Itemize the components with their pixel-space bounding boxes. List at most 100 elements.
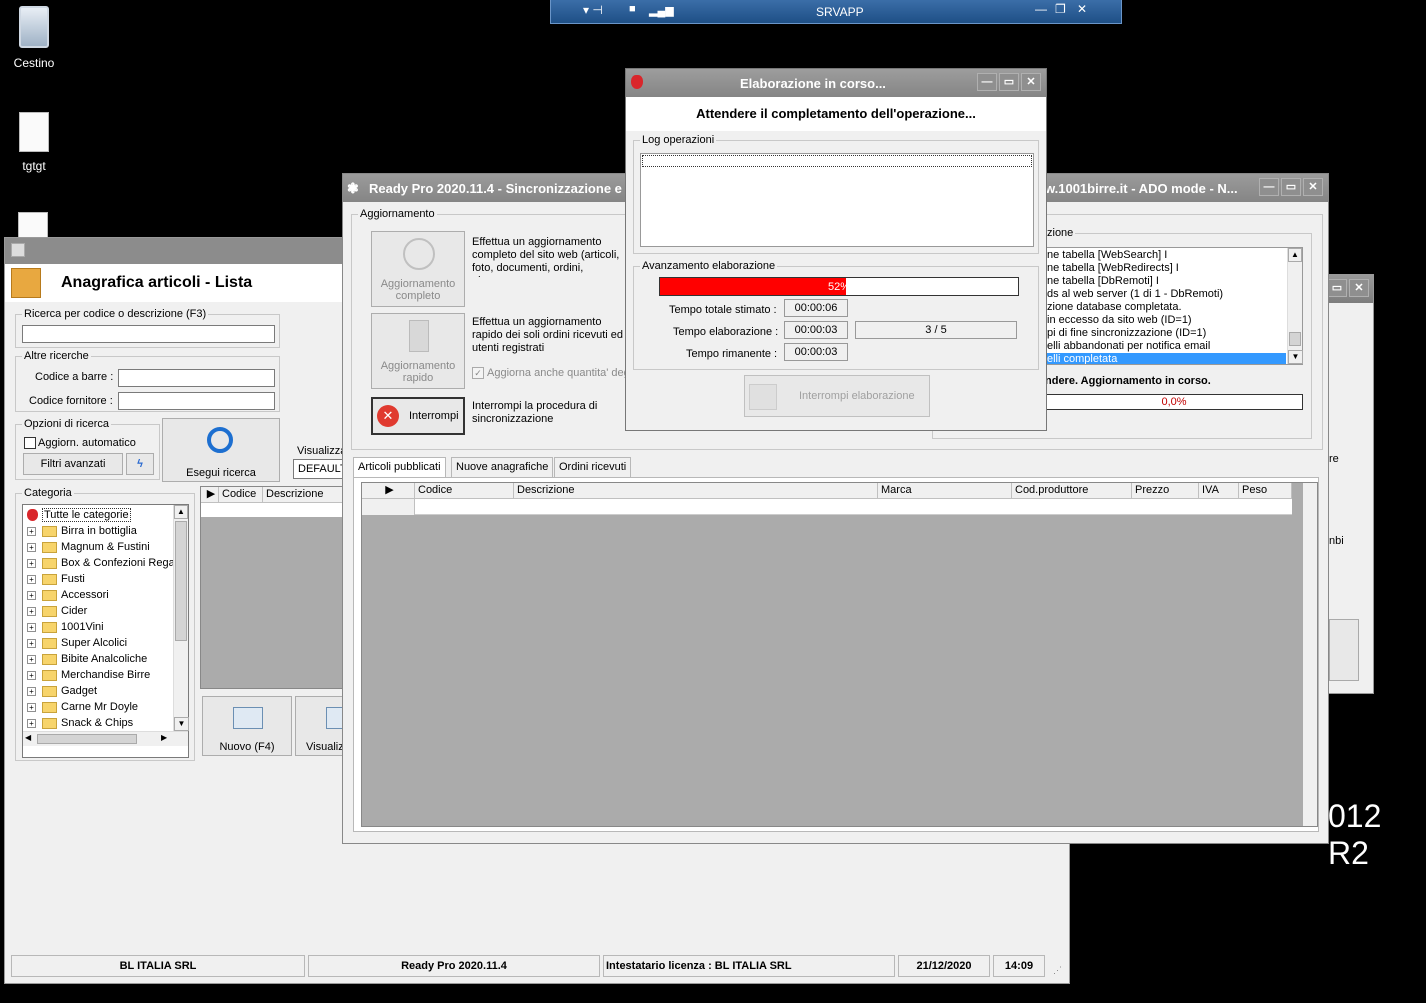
execute-search-button[interactable]: Esegui ricerca bbox=[162, 418, 280, 482]
log-scroll-thumb[interactable] bbox=[1289, 332, 1301, 346]
grid-col-descrizione[interactable]: Descrizione bbox=[263, 487, 349, 503]
category-tree-hscrollbar[interactable]: ◀ ▶ bbox=[23, 731, 188, 746]
tree-item-category[interactable]: + Birra in bottiglia bbox=[27, 523, 137, 539]
hscroll-thumb[interactable] bbox=[37, 734, 137, 744]
scroll-down-icon[interactable]: ▼ bbox=[174, 717, 189, 731]
tree-item-category[interactable]: + Snack & Chips bbox=[27, 715, 133, 731]
full-update-button[interactable]: Aggiornamento completo bbox=[371, 231, 465, 307]
folder-icon bbox=[42, 541, 57, 553]
dialog-restore-button[interactable]: ▭ bbox=[999, 73, 1019, 91]
tab-new-records[interactable]: Nuove anagrafiche bbox=[451, 457, 554, 477]
expand-icon[interactable]: + bbox=[27, 542, 36, 552]
scroll-left-icon[interactable]: ◀ bbox=[25, 733, 31, 742]
background-window-restore-button[interactable]: ▭ bbox=[1327, 279, 1347, 297]
search-input[interactable] bbox=[22, 325, 275, 343]
resize-grip-icon[interactable]: ⋰ bbox=[1053, 965, 1062, 976]
tree-item-category[interactable]: +1001Vini bbox=[27, 619, 104, 635]
sync-log-row[interactable]: ne tabella [WebSearch] I bbox=[1046, 249, 1286, 262]
sync-log-scrollbar[interactable]: ▲ ▼ bbox=[1287, 248, 1303, 364]
background-window-close-button[interactable]: ✕ bbox=[1349, 279, 1369, 297]
expand-icon[interactable]: + bbox=[27, 574, 36, 584]
expand-icon[interactable]: + bbox=[27, 558, 36, 568]
stop-processing-button[interactable]: Interrompi elaborazione bbox=[744, 375, 930, 417]
expand-icon[interactable]: + bbox=[27, 622, 36, 632]
scroll-thumb[interactable] bbox=[175, 521, 187, 641]
sync-log-row[interactable]: ds al web server (1 di 1 - DbRemoti) bbox=[1046, 288, 1286, 301]
grid-col-codice[interactable]: Codice bbox=[219, 487, 263, 503]
dialog-progress-label: Avanzamento elaborazione bbox=[640, 260, 778, 272]
sync-log-row[interactable]: ne tabella [DbRemoti] I bbox=[1046, 275, 1286, 288]
published-articles-grid[interactable]: ▶ Codice Descrizione Marca Cod.produttor… bbox=[361, 482, 1318, 827]
expand-icon[interactable]: + bbox=[27, 606, 36, 616]
quick-update-button[interactable]: Aggiornamento rapido bbox=[371, 313, 465, 389]
pub-col-codice[interactable]: Codice bbox=[415, 483, 514, 499]
rdp-connection-bar[interactable]: ▾ ⊣ ■ ▂▄▆ SRVAPP — ❐ ✕ bbox=[550, 0, 1122, 24]
sync-log-row[interactable]: zione database completata. bbox=[1046, 301, 1286, 314]
scroll-up-icon[interactable]: ▲ bbox=[174, 505, 188, 519]
tree-item-category[interactable]: + Bibite Analcoliche bbox=[27, 651, 147, 667]
sync-log-row[interactable]: elli completata bbox=[1046, 353, 1286, 364]
qty-checkbox[interactable]: ✓ bbox=[472, 367, 484, 379]
expand-icon[interactable]: + bbox=[27, 526, 36, 536]
sync-log-row[interactable]: ne tabella [WebRedirects] I bbox=[1046, 262, 1286, 275]
category-tree-vscrollbar[interactable]: ▲ ▼ bbox=[173, 505, 189, 731]
dialog-minimize-button[interactable]: — bbox=[977, 73, 997, 91]
pub-col-descrizione[interactable]: Descrizione bbox=[514, 483, 878, 499]
sync-close-button[interactable]: ✕ bbox=[1303, 178, 1323, 196]
tree-item-category[interactable]: + Gadget bbox=[27, 683, 97, 699]
anagrafica-grid[interactable]: ▶ Codice Descrizione bbox=[200, 486, 350, 689]
barcode-input[interactable] bbox=[118, 369, 275, 387]
dialog-titlebar[interactable]: Elaborazione in corso... — ▭ ✕ bbox=[626, 69, 1046, 97]
sync-log-row[interactable]: in eccesso da sito web (ID=1) bbox=[1046, 314, 1286, 327]
expand-icon[interactable]: + bbox=[27, 718, 36, 728]
expand-icon[interactable]: + bbox=[27, 702, 36, 712]
log-scroll-up-icon[interactable]: ▲ bbox=[1288, 248, 1302, 262]
sync-log-list[interactable]: ne tabella [WebSearch] Ine tabella [WebR… bbox=[1045, 247, 1303, 365]
tree-root-all-categories[interactable]: Tutte le categorie bbox=[27, 507, 131, 523]
sync-log-row[interactable]: pi di fine sincronizzazione (ID=1) bbox=[1046, 327, 1286, 340]
category-tree[interactable]: Tutte le categorie + Birra in bottiglia + Ma… bbox=[22, 504, 189, 758]
pub-grid-scrollbar[interactable] bbox=[1303, 483, 1317, 826]
stop-sync-button[interactable]: ✕ Interrompi bbox=[371, 397, 465, 435]
tree-item-category[interactable]: + Merchandise Birre bbox=[27, 667, 150, 683]
pub-col-prezzo[interactable]: Prezzo bbox=[1132, 483, 1199, 499]
tree-item-category[interactable]: + Magnum & Fustini bbox=[27, 539, 150, 555]
notepad-file-icon[interactable] bbox=[18, 212, 48, 238]
lightning-button[interactable]: ϟ bbox=[126, 453, 154, 475]
remaining-time-text: 00:00:03 bbox=[794, 346, 838, 358]
tab-orders-received[interactable]: Ordini ricevuti bbox=[554, 457, 632, 477]
tree-item-category[interactable]: + Fusti bbox=[27, 571, 85, 587]
tab-published-articles[interactable]: Articoli pubblicati bbox=[353, 457, 446, 478]
auto-update-checkbox[interactable] bbox=[24, 437, 36, 449]
pub-col-codproduttore[interactable]: Cod.produttore bbox=[1012, 483, 1132, 499]
dialog-close-button[interactable]: ✕ bbox=[1021, 73, 1041, 91]
pin-icon[interactable]: ▾ ⊣ bbox=[583, 3, 603, 17]
dialog-log-list[interactable] bbox=[640, 153, 1034, 247]
advanced-filters-button[interactable]: Filtri avanzati bbox=[23, 453, 123, 475]
tree-item-category[interactable]: + Cider bbox=[27, 603, 87, 619]
sync-log-row[interactable]: elli abbandonati per notifica email bbox=[1046, 340, 1286, 353]
expand-icon[interactable]: + bbox=[27, 686, 36, 696]
tree-item-category[interactable]: + Accessori bbox=[27, 587, 109, 603]
new-article-button[interactable]: Nuovo (F4) bbox=[202, 696, 292, 756]
sync-restore-button[interactable]: ▭ bbox=[1281, 178, 1301, 196]
tree-item-category[interactable]: + Box & Confezioni Regalo bbox=[27, 555, 183, 571]
scroll-right-icon[interactable]: ▶ bbox=[161, 733, 167, 742]
file-icon[interactable]: tgtgt bbox=[2, 112, 66, 173]
pub-col-peso[interactable]: Peso bbox=[1239, 483, 1292, 499]
expand-icon[interactable]: + bbox=[27, 638, 36, 648]
log-scroll-down-icon[interactable]: ▼ bbox=[1288, 350, 1303, 364]
recycle-bin-icon[interactable]: Cestino bbox=[2, 6, 66, 70]
pub-col-iva[interactable]: IVA bbox=[1199, 483, 1239, 499]
tree-item-category[interactable]: + Super Alcolici bbox=[27, 635, 127, 651]
expand-icon[interactable]: + bbox=[27, 590, 36, 600]
rdp-close-button[interactable]: ✕ bbox=[1077, 2, 1087, 16]
tree-item-category[interactable]: + Carne Mr Doyle bbox=[27, 699, 138, 715]
sync-minimize-button[interactable]: — bbox=[1259, 178, 1279, 196]
rdp-minimize-button[interactable]: — bbox=[1035, 2, 1047, 16]
expand-icon[interactable]: + bbox=[27, 654, 36, 664]
expand-icon[interactable]: + bbox=[27, 670, 36, 680]
supplier-code-input[interactable] bbox=[118, 392, 275, 410]
pub-col-marca[interactable]: Marca bbox=[878, 483, 1012, 499]
rdp-restore-button[interactable]: ❐ bbox=[1055, 2, 1066, 16]
